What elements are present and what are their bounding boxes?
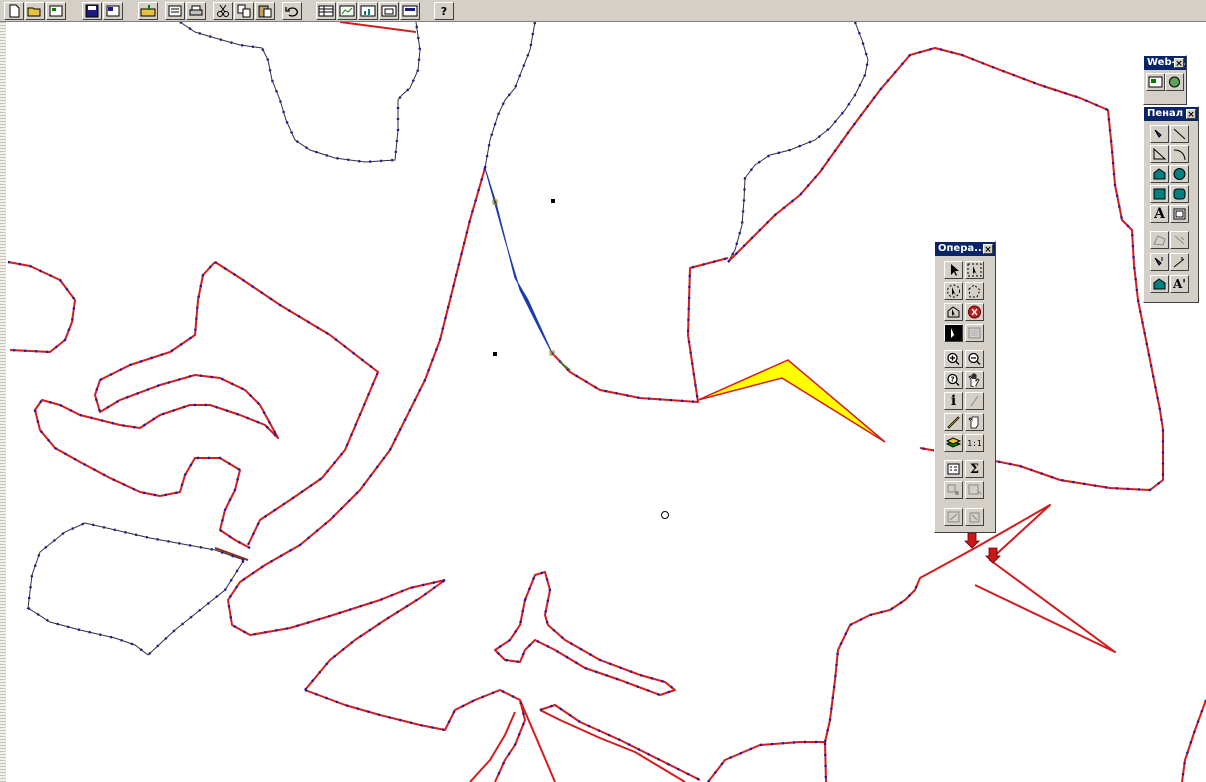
close-icon[interactable]: × — [1186, 109, 1196, 120]
boundary-select-icon[interactable] — [944, 303, 963, 321]
marquee-select-icon[interactable] — [965, 261, 984, 279]
blue-sliver-region[interactable] — [484, 167, 553, 354]
help-icon[interactable]: ? — [434, 2, 454, 20]
map-boundary[interactable] — [469, 711, 516, 782]
grabber-hand-icon[interactable] — [965, 371, 984, 389]
ellipse-tool-icon[interactable] — [1170, 165, 1189, 183]
drag-map-icon[interactable] — [965, 481, 984, 499]
map-boundary[interactable] — [227, 167, 486, 636]
polyline-tool-icon[interactable] — [1150, 145, 1169, 163]
new-icon[interactable] — [4, 2, 24, 20]
invert-select-icon[interactable] — [965, 324, 984, 342]
unselect-icon[interactable] — [965, 303, 984, 321]
statistics-icon[interactable]: Σ — [965, 460, 984, 478]
hotlink-icon[interactable] — [965, 392, 984, 410]
symbol-style-icon[interactable] — [1150, 253, 1169, 271]
map-boundary[interactable] — [179, 21, 421, 163]
zoom-in-icon[interactable] — [944, 350, 963, 368]
web-palette-title[interactable]: Web-c...× — [1144, 56, 1186, 70]
map-boundary[interactable] — [304, 579, 446, 691]
map-cursor-point — [661, 511, 669, 519]
set-target-icon[interactable] — [965, 508, 984, 526]
new-map-icon[interactable] — [337, 2, 357, 20]
text-tool-icon[interactable]: A — [1150, 205, 1169, 223]
map-point[interactable] — [493, 352, 497, 356]
rectangle-tool-icon[interactable] — [1150, 185, 1169, 203]
import-icon[interactable] — [138, 2, 158, 20]
svg-text:?: ? — [951, 376, 955, 384]
drawing-palette-title[interactable]: Пенал × — [1144, 107, 1198, 121]
map-boundary[interactable] — [34, 261, 279, 549]
rounded-rectangle-tool-icon[interactable] — [1170, 185, 1189, 203]
polygon-select-icon[interactable] — [965, 282, 984, 300]
map-boundary[interactable] — [551, 257, 729, 403]
map-nodes — [7, 21, 1206, 782]
web-globe-icon[interactable] — [1165, 73, 1184, 91]
text-style-icon[interactable]: A' — [1170, 275, 1189, 293]
drawing-palette: Пенал × A A' — [1143, 106, 1199, 303]
map-boundary[interactable] — [304, 689, 526, 782]
info-tool-icon[interactable]: i — [944, 392, 963, 410]
close-icon[interactable]: × — [1174, 58, 1184, 69]
map-boundary[interactable] — [539, 704, 701, 781]
region-style-icon[interactable] — [1150, 275, 1169, 293]
map-boundaries-plain — [27, 21, 869, 656]
map-boundary[interactable] — [494, 571, 676, 696]
operations-palette: Опера... × ? i 1:1 Σ — [934, 241, 996, 533]
main-toolbar: ? — [0, 0, 1206, 22]
save-workspace-icon[interactable] — [103, 2, 123, 20]
show-scale-icon[interactable]: 1:1 — [965, 434, 984, 452]
map-boundary[interactable] — [27, 522, 245, 656]
undo-icon[interactable] — [282, 2, 302, 20]
web-palette: Web-c...× — [1143, 55, 1187, 105]
map-boundary[interactable] — [727, 21, 869, 263]
map-boundary[interactable] — [519, 699, 556, 782]
web-service-icon[interactable] — [1146, 73, 1165, 91]
add-node-tool-icon[interactable] — [1170, 231, 1189, 249]
map-boundary[interactable] — [539, 709, 686, 782]
line-tool-icon[interactable] — [1170, 125, 1189, 143]
map-boundary[interactable] — [339, 21, 417, 33]
new-graph-icon[interactable] — [358, 2, 378, 20]
copy-icon[interactable] — [234, 2, 254, 20]
polygon-tool-icon[interactable] — [1150, 165, 1169, 183]
paste-icon[interactable] — [255, 2, 275, 20]
save-icon[interactable] — [82, 2, 102, 20]
map-canvas[interactable] — [0, 0, 1206, 782]
ruler-icon[interactable] — [944, 413, 963, 431]
line-style-icon[interactable] — [1170, 253, 1189, 271]
new-layout-icon[interactable] — [379, 2, 399, 20]
operations-palette-title[interactable]: Опера... × — [935, 242, 995, 256]
select-arrow-icon[interactable] — [944, 261, 963, 279]
map-boundaries-selected — [7, 21, 1206, 782]
reshape-tool-icon[interactable] — [1150, 231, 1169, 249]
drag-window-icon[interactable] — [965, 413, 984, 431]
print-icon[interactable] — [186, 2, 206, 20]
map-boundary[interactable] — [7, 261, 76, 353]
zoom-out-icon[interactable] — [965, 350, 984, 368]
help-label: ? — [440, 4, 448, 18]
layer-control-icon[interactable] — [944, 434, 963, 452]
map-boundary[interactable] — [214, 261, 379, 546]
cut-icon[interactable] — [213, 2, 233, 20]
workspace-edge — [0, 22, 6, 782]
label-tool-icon[interactable] — [944, 481, 963, 499]
arc-tool-icon[interactable] — [1170, 145, 1189, 163]
change-view-icon[interactable]: ? — [944, 371, 963, 389]
yellow-sliver-region[interactable] — [697, 359, 886, 443]
graph-select-icon[interactable] — [944, 324, 963, 342]
close-icon[interactable]: × — [983, 244, 993, 255]
open-icon[interactable] — [25, 2, 45, 20]
radius-select-icon[interactable] — [944, 282, 963, 300]
open-workspace-icon[interactable] — [46, 2, 66, 20]
frame-tool-icon[interactable] — [1170, 205, 1189, 223]
print-preview-icon[interactable] — [165, 2, 185, 20]
map-boundary[interactable] — [707, 741, 827, 782]
new-browser-icon[interactable] — [316, 2, 336, 20]
clip-region-icon[interactable] — [944, 508, 963, 526]
map-point[interactable] — [551, 199, 555, 203]
legend-icon[interactable] — [944, 460, 963, 478]
redistrict-icon[interactable] — [400, 2, 420, 20]
symbol-tool-icon[interactable] — [1150, 125, 1169, 143]
